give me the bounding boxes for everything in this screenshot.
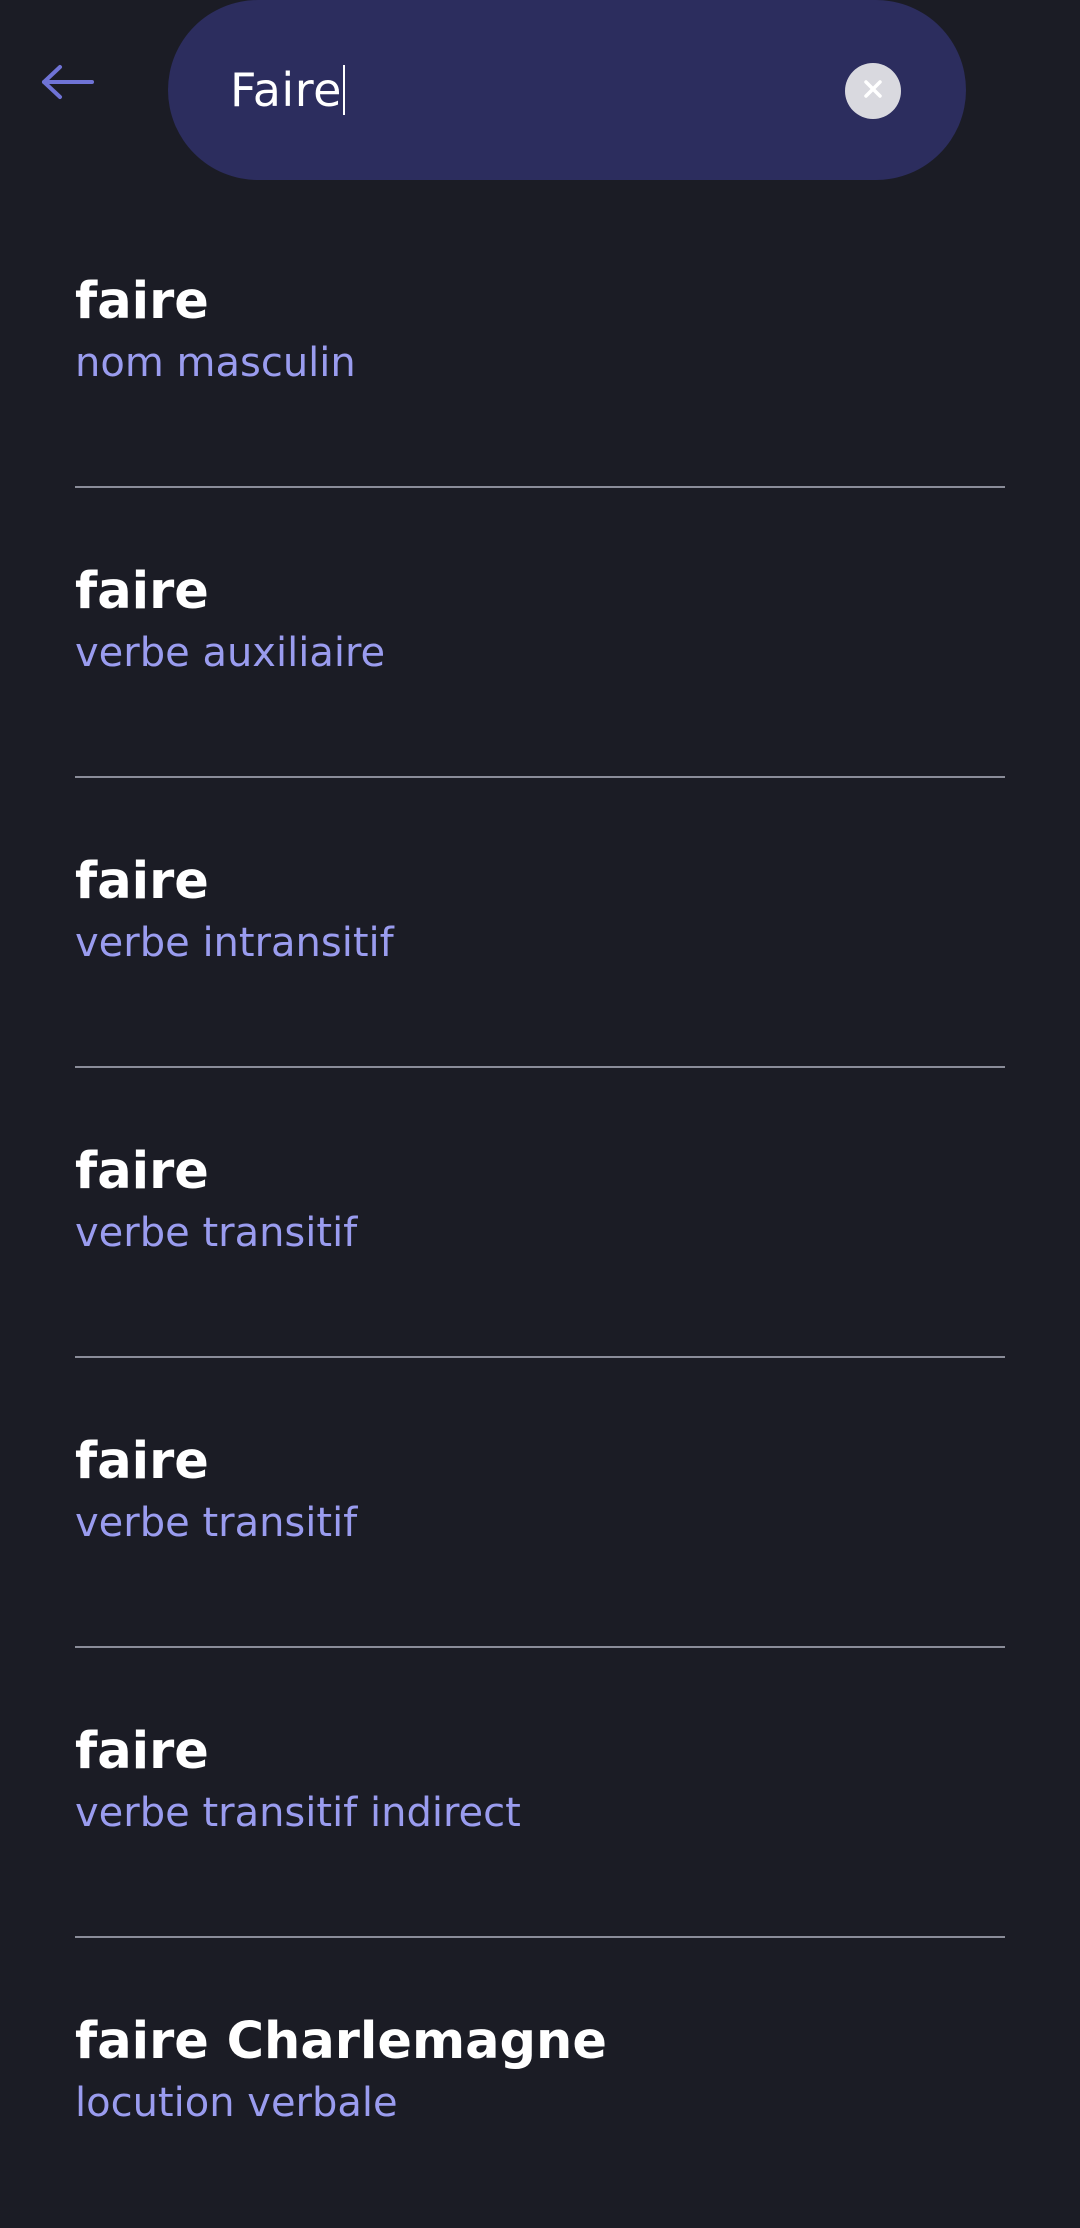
result-category: nom masculin: [75, 340, 356, 386]
result-category: verbe transitif indirect: [75, 1790, 521, 1836]
result-word: faire: [75, 1722, 209, 1781]
results-list: faire nom masculin faire verbe auxiliair…: [75, 198, 1005, 2228]
result-item[interactable]: faire verbe transitif indirect: [75, 1648, 1005, 1938]
result-category: verbe transitif: [75, 1210, 358, 1256]
result-item[interactable]: faire verbe intransitif: [75, 778, 1005, 1068]
result-word: faire: [75, 852, 209, 911]
clear-search-button[interactable]: [845, 63, 901, 119]
result-category: verbe transitif: [75, 1500, 358, 1546]
search-input[interactable]: Faire: [230, 52, 345, 128]
result-item[interactable]: faire verbe transitif: [75, 1358, 1005, 1648]
result-word: faire: [75, 1142, 209, 1201]
text-caret: [342, 65, 345, 115]
close-icon: [862, 78, 884, 104]
result-word: faire: [75, 562, 209, 621]
result-category: verbe auxiliaire: [75, 630, 386, 676]
result-category: locution verbale: [75, 2080, 398, 2126]
search-input-text: Faire: [230, 63, 342, 117]
result-word: faire: [75, 272, 209, 331]
back-button[interactable]: [40, 48, 130, 120]
arrow-left-icon: [40, 62, 96, 106]
result-item[interactable]: faire nom masculin: [75, 198, 1005, 488]
result-item[interactable]: faire verbe auxiliaire: [75, 488, 1005, 778]
result-item[interactable]: faire Charlemagne locution verbale: [75, 1938, 1005, 2228]
result-word: faire: [75, 1432, 209, 1491]
result-category: verbe intransitif: [75, 920, 394, 966]
result-item[interactable]: faire verbe transitif: [75, 1068, 1005, 1358]
search-bar: Faire: [168, 0, 966, 180]
result-word: faire Charlemagne: [75, 2012, 607, 2071]
